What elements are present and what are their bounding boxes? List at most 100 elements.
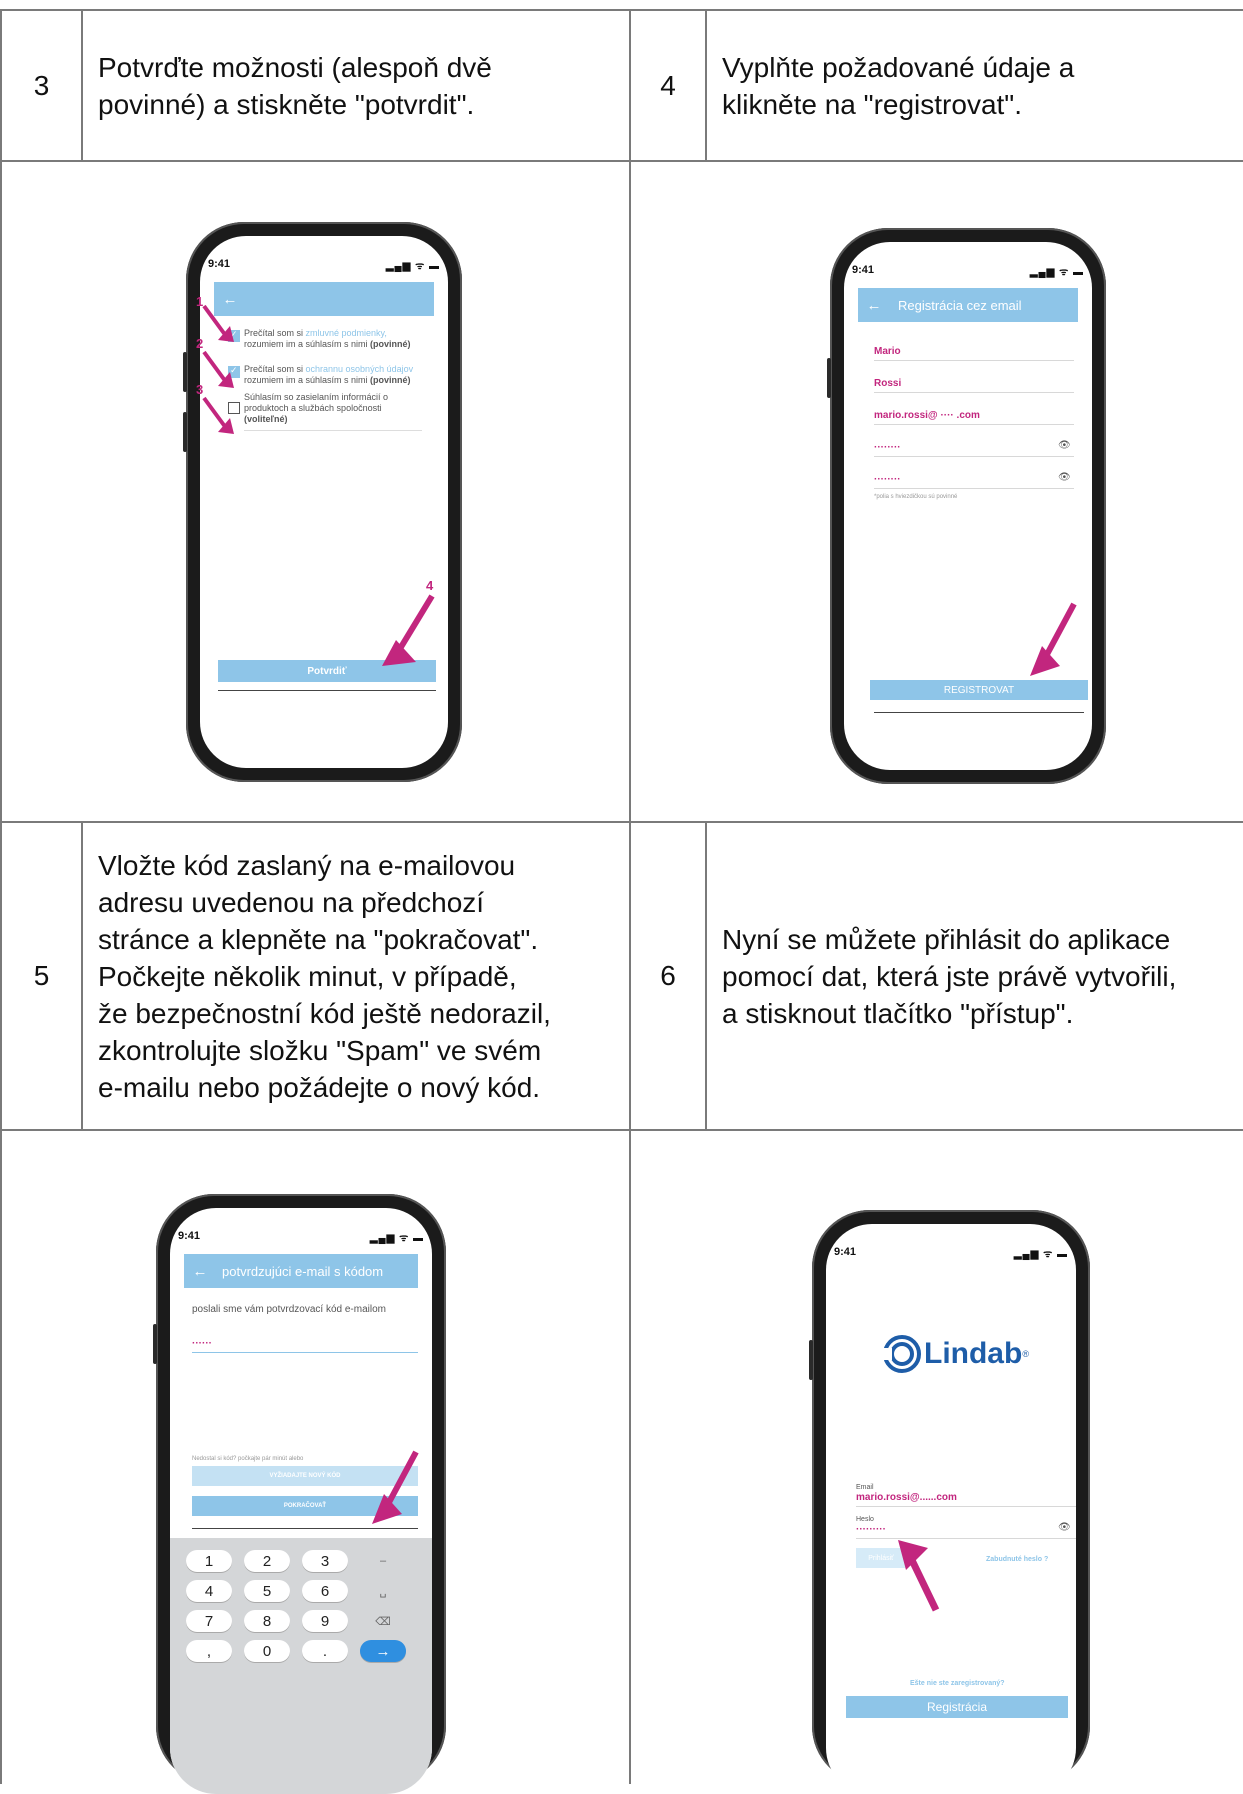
step-instruction: Potvrďte možnosti (alespoň dvě povinné) … — [98, 11, 618, 160]
pointer-arrow-icon — [372, 1450, 419, 1524]
consent-marketing-text: Súhlasím so zasielaním informácií o prod… — [244, 392, 444, 425]
divider — [874, 712, 1084, 713]
required-label: (povinné) — [370, 339, 411, 349]
step-text: Potvrďte možnosti (alespoň dvě povinné) … — [98, 51, 492, 120]
forgot-password-link[interactable]: Zabudnuté heslo ? — [986, 1554, 1048, 1565]
keyboard-key[interactable]: , — [186, 1640, 232, 1662]
keyboard-key[interactable]: 9 — [302, 1610, 348, 1632]
email-field[interactable]: mario.rossi@......com — [856, 1492, 1076, 1507]
optional-label: (voliteľné) — [244, 414, 288, 424]
phone-screen: 9:41 ▂▄▆ ᯤ ▬ ← Registrácia cez email Mar… — [844, 242, 1092, 770]
keyboard-key[interactable]: 1 — [186, 1550, 232, 1572]
keyboard-key[interactable]: 7 — [186, 1610, 232, 1632]
password-field[interactable]: ········· — [856, 1524, 1076, 1539]
divider — [218, 690, 436, 691]
step-text: Nyní se můžete přihlásit do aplikace pom… — [722, 923, 1177, 1029]
keyboard-key[interactable]: → — [360, 1640, 406, 1662]
numeric-keyboard: 1 2 3 – 4 5 6 ␣ 7 8 9 ⌫ , 0 . → — [170, 1538, 432, 1794]
terms-link[interactable]: zmluvné podmienky, — [306, 328, 387, 338]
last-name-field[interactable]: Rossi — [874, 378, 1074, 393]
registration-button[interactable]: Registrácia — [846, 1696, 1068, 1718]
side-button — [809, 1340, 813, 1380]
not-registered-link[interactable]: Ešte nie ste zaregistrovaný? — [910, 1678, 1005, 1689]
app-bar-title: potvrdzujúci e-mail s kódom — [222, 1263, 384, 1279]
step-text: Vložte kód zaslaný na e-mailovou adresu … — [98, 849, 551, 1103]
step-marker-4: 4 — [426, 578, 434, 593]
status-time: 9:41 — [852, 264, 875, 276]
num-col-border-d — [705, 821, 707, 1130]
resend-hint-text: Nedostal si kód? počkajte pár minút aleb… — [192, 1456, 304, 1462]
app-bar-title: Registrácia cez email — [898, 297, 1022, 313]
phone-mockup-login: 9:41 ▂▄▆ ᯤ ▬ Lindab ® Email mario.rossi@… — [809, 1210, 1090, 1794]
back-arrow-icon[interactable]: ← — [184, 1263, 216, 1280]
status-time: 9:41 — [834, 1246, 857, 1258]
app-bar: ← potvrdzujúci e-mail s kódom — [184, 1254, 418, 1288]
status-time: 9:41 — [208, 258, 231, 270]
code-input[interactable]: ······ — [192, 1338, 418, 1353]
side-button — [153, 1324, 157, 1364]
consent-text: rozumiem im a súhlasím s nimi — [244, 339, 371, 349]
consent-text: Prečítal som si — [244, 328, 306, 338]
keyboard-key[interactable]: 3 — [302, 1550, 348, 1572]
keyboard-key[interactable]: 2 — [244, 1550, 290, 1572]
divider — [244, 430, 422, 431]
step-text: Vyplňte požadované údaje a klikněte na "… — [722, 51, 1075, 120]
pointer-arrow-icon — [1030, 602, 1077, 676]
keyboard-key[interactable]: 0 — [244, 1640, 290, 1662]
lindab-logo-mark — [882, 1335, 921, 1373]
keyboard-key[interactable]: 4 — [186, 1580, 232, 1602]
divider — [192, 1528, 418, 1529]
num-col-border-b — [705, 9, 707, 161]
pointer-arrow-icon — [898, 1540, 940, 1612]
keyboard-key[interactable]: ␣ — [360, 1580, 406, 1602]
keyboard-key[interactable]: 8 — [244, 1610, 290, 1632]
required-note: *polia s hviezdičkou sú povinné — [874, 494, 958, 500]
eye-icon[interactable]: 👁 — [1058, 472, 1071, 483]
email-field[interactable]: mario.rossi@ ···· .com — [874, 410, 1074, 425]
step-number: 3 — [33, 69, 50, 101]
privacy-link[interactable]: ochrannu osobných údajov — [306, 364, 414, 374]
back-arrow-icon[interactable]: ← — [858, 297, 890, 314]
phone-mockup-registration: 9:41 ▂▄▆ ᯤ ▬ ← Registrácia cez email Mar… — [827, 228, 1106, 784]
step-instruction: Vyplňte požadované údaje a klikněte na "… — [722, 11, 1237, 160]
num-col-border-c — [81, 821, 83, 1130]
side-button — [827, 358, 831, 398]
password-field[interactable]: ········ — [874, 442, 1074, 457]
app-bar: ← Registrácia cez email — [858, 288, 1078, 322]
signal-icon: ▂▄▆ ᯤ ▬ — [369, 1233, 424, 1244]
status-bar: 9:41 ▂▄▆ ᯤ ▬ — [200, 258, 448, 274]
required-label: (povinné) — [370, 375, 411, 385]
phone-screen: 9:41 ▂▄▆ ᯤ ▬ Lindab ® Email mario.rossi@… — [826, 1224, 1076, 1794]
keyboard-key[interactable]: 5 — [244, 1580, 290, 1602]
keyboard-key[interactable]: ⌫ — [360, 1610, 406, 1632]
first-name-field[interactable]: Mario — [874, 346, 1074, 361]
keyboard-key[interactable]: . — [302, 1640, 348, 1662]
num-col-border-a — [81, 9, 83, 161]
step-instruction: Nyní se můžete přihlásit do aplikace pom… — [722, 823, 1242, 1129]
code-info-text: poslali sme vám potvrdzovací kód e-mailo… — [192, 1304, 386, 1315]
lindab-logo: Lindab ® — [882, 1334, 1029, 1374]
app-bar: ← — [214, 282, 434, 316]
registered-mark: ® — [1022, 1349, 1029, 1359]
signal-icon: ▂▄▆ ᯤ ▬ — [1013, 1249, 1068, 1260]
register-button[interactable]: REGISTROVAT — [870, 680, 1088, 700]
keyboard-key[interactable]: – — [360, 1550, 406, 1572]
status-bar: 9:41 ▂▄▆ ᯤ ▬ — [826, 1246, 1076, 1262]
step-instruction: Vložte kód zaslaný na e-mailovou adresu … — [98, 823, 628, 1129]
status-bar: 9:41 ▂▄▆ ᯤ ▬ — [170, 1230, 432, 1246]
signal-icon: ▂▄▆ ᯤ ▬ — [1029, 267, 1084, 278]
step-number: 6 — [660, 960, 676, 991]
consent-privacy-text: Prečítal som si ochrannu osobných údajov… — [244, 364, 444, 386]
consent-text: rozumiem im a súhlasím s nimi — [244, 375, 371, 385]
eye-icon[interactable]: 👁 — [1058, 1522, 1071, 1533]
consent-text: Prečítal som si — [244, 364, 306, 374]
keyboard-key[interactable]: 6 — [302, 1580, 348, 1602]
status-time: 9:41 — [178, 1230, 201, 1242]
table-border-row1 — [0, 160, 1243, 162]
status-bar: 9:41 ▂▄▆ ᯤ ▬ — [844, 264, 1092, 280]
side-button — [183, 412, 187, 452]
password-confirm-field[interactable]: ········ — [874, 474, 1074, 489]
consent-text: produktoch a službách spoločnosti — [244, 403, 382, 413]
eye-icon[interactable]: 👁 — [1058, 440, 1071, 451]
logo-text: Lindab — [924, 1337, 1023, 1370]
